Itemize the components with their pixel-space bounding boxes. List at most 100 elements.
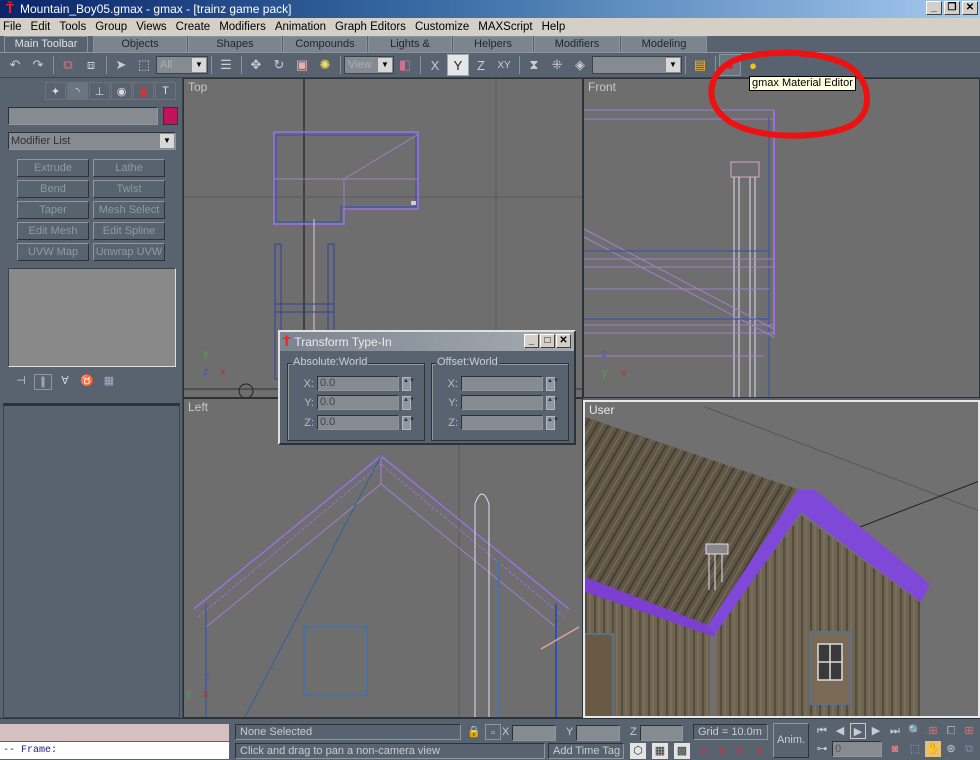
redo-icon[interactable]: ↷	[27, 54, 49, 76]
key-mode-icon[interactable]: ⊶	[814, 741, 830, 757]
offset-y-field[interactable]	[461, 395, 543, 410]
create-tab-icon[interactable]: ✦	[45, 82, 66, 100]
menu-customize[interactable]: Customize	[415, 21, 469, 33]
next-frame-icon[interactable]: ▶	[868, 723, 884, 739]
angle-snap-icon[interactable]: ɞ	[714, 743, 730, 759]
extrude-button[interactable]: Extrude	[17, 159, 89, 177]
select-by-name-icon[interactable]: ☰	[215, 54, 237, 76]
utilities-tab-icon[interactable]: T	[155, 82, 176, 100]
offset-z-spinner[interactable]: ▲▼	[546, 415, 559, 430]
axis-x-button[interactable]: X	[424, 54, 446, 76]
3d-snap-icon[interactable]: ▩	[674, 743, 690, 759]
menu-animation[interactable]: Animation	[275, 21, 326, 33]
rectangular-selection-icon[interactable]: ⬚	[133, 54, 155, 76]
y-coord-field[interactable]	[576, 725, 620, 741]
selection-lock-icon[interactable]: 🔒	[466, 724, 482, 740]
menu-maxscript[interactable]: MAXScript	[478, 21, 532, 33]
material-editor-icon[interactable]: ●	[719, 54, 741, 76]
edit-spline-button[interactable]: Edit Spline	[93, 222, 165, 240]
current-frame-field[interactable]: 0	[832, 741, 882, 757]
absolute-z-spinner[interactable]: ▲▼	[402, 415, 415, 430]
snap-3-icon[interactable]: ɞ	[696, 743, 712, 759]
menu-edit[interactable]: Edit	[31, 21, 51, 33]
select-object-icon[interactable]: ➤	[110, 54, 132, 76]
zoom-extents-icon[interactable]: ⧠	[943, 723, 959, 739]
play-icon[interactable]: ▶	[850, 723, 866, 739]
maxscript-listener-input[interactable]	[0, 724, 229, 741]
restore-button[interactable]: ❐	[944, 1, 960, 15]
go-to-end-icon[interactable]: ⏭	[887, 723, 903, 739]
object-name-field[interactable]	[8, 107, 158, 125]
viewport-label-user[interactable]: User	[589, 403, 614, 417]
dialog-title-bar[interactable]: Ť Transform Type-In _ □ ✕	[280, 332, 574, 351]
x-coord-field[interactable]	[512, 725, 556, 741]
maximize-viewport-icon[interactable]: ⧉	[961, 741, 977, 757]
modifier-list-dropdown[interactable]: Modifier List ▼	[8, 132, 176, 150]
scale-icon[interactable]: ▣	[291, 54, 313, 76]
menu-help[interactable]: Help	[542, 21, 566, 33]
bend-button[interactable]: Bend	[17, 180, 89, 198]
z-coord-field[interactable]	[640, 725, 683, 741]
absolute-x-field[interactable]: 0.0	[317, 376, 399, 391]
time-configuration-icon[interactable]: ◙	[887, 741, 903, 757]
absolute-mode-icon[interactable]: ▫	[485, 724, 501, 740]
close-button[interactable]: ✕	[962, 1, 978, 15]
rotate-icon[interactable]: ↻	[268, 54, 290, 76]
absolute-y-spinner[interactable]: ▲▼	[402, 395, 415, 410]
offset-x-field[interactable]	[461, 376, 543, 391]
taper-button[interactable]: Taper	[17, 201, 89, 219]
arc-rotate-icon[interactable]: ⊛	[943, 741, 959, 757]
dialog-minimize-button[interactable]: _	[524, 334, 539, 348]
move-icon[interactable]: ✥	[245, 54, 267, 76]
tab-lights-cameras[interactable]: Lights & Cameras	[368, 36, 452, 65]
lathe-button[interactable]: Lathe	[93, 159, 165, 177]
previous-frame-icon[interactable]: ◀	[832, 723, 848, 739]
region-zoom-icon[interactable]: ⬚	[907, 741, 923, 757]
menu-modifiers[interactable]: Modifiers	[219, 21, 266, 33]
undo-icon[interactable]: ↶	[4, 54, 26, 76]
align-icon[interactable]: ⁜	[546, 54, 568, 76]
uvw-map-button[interactable]: UVW Map	[17, 243, 89, 261]
modifier-stack-view[interactable]	[8, 268, 176, 367]
axis-z-button[interactable]: Z	[470, 54, 492, 76]
tab-helpers[interactable]: Helpers	[453, 36, 533, 52]
maxscript-listener-output[interactable]: -- Frame:	[0, 742, 229, 759]
make-unique-icon[interactable]: ∀	[56, 374, 74, 390]
tab-modifiers[interactable]: Modifiers	[534, 36, 620, 52]
dialog-maximize-button[interactable]: □	[540, 334, 555, 348]
unwrap-uvw-button[interactable]: Unwrap UVW	[93, 243, 165, 261]
reference-coord-dropdown[interactable]: View ▼	[344, 56, 394, 74]
display-tab-icon[interactable]: ▣	[133, 82, 154, 100]
go-to-start-icon[interactable]: ⏮	[814, 723, 830, 739]
selection-filter-dropdown[interactable]: All ▼	[156, 56, 208, 74]
menu-create[interactable]: Create	[176, 21, 211, 33]
offset-y-spinner[interactable]: ▲▼	[546, 395, 559, 410]
zoom-extents-all-icon[interactable]: ⊞	[961, 723, 977, 739]
tab-compounds[interactable]: Compounds	[283, 36, 367, 52]
absolute-z-field[interactable]: 0.0	[317, 415, 399, 430]
motion-tab-icon[interactable]: ◉	[111, 82, 132, 100]
menu-tools[interactable]: Tools	[59, 21, 86, 33]
select-and-link-icon[interactable]: ⧉	[57, 54, 79, 76]
percent-snap-icon[interactable]: ɞ	[732, 743, 748, 759]
zoom-icon[interactable]: 🔍	[907, 723, 923, 739]
offset-z-field[interactable]	[461, 415, 543, 430]
mesh-select-button[interactable]: Mesh Select	[93, 201, 165, 219]
spinner-snap-icon[interactable]: ɞ	[752, 743, 768, 759]
zoom-all-icon[interactable]: ⊞	[925, 723, 941, 739]
menu-group[interactable]: Group	[95, 21, 127, 33]
track-view-icon[interactable]: ▤	[689, 54, 711, 76]
snap-grid-icon[interactable]: ▦	[652, 743, 668, 759]
absolute-y-field[interactable]: 0.0	[317, 395, 399, 410]
viewport-user[interactable]: User	[583, 400, 980, 718]
dialog-close-button[interactable]: ✕	[556, 334, 571, 348]
axis-y-button[interactable]: Y	[447, 54, 469, 76]
named-selection-dropdown[interactable]: ▼	[592, 56, 682, 74]
absolute-x-spinner[interactable]: ▲▼	[402, 376, 415, 391]
object-color-swatch[interactable]	[163, 107, 178, 125]
menu-views[interactable]: Views	[136, 21, 166, 33]
minimize-button[interactable]: _	[926, 1, 942, 15]
add-time-tag-button[interactable]: Add Time Tag	[548, 743, 624, 759]
named-selection-icon[interactable]: ◈	[569, 54, 591, 76]
menu-file[interactable]: File	[3, 21, 22, 33]
